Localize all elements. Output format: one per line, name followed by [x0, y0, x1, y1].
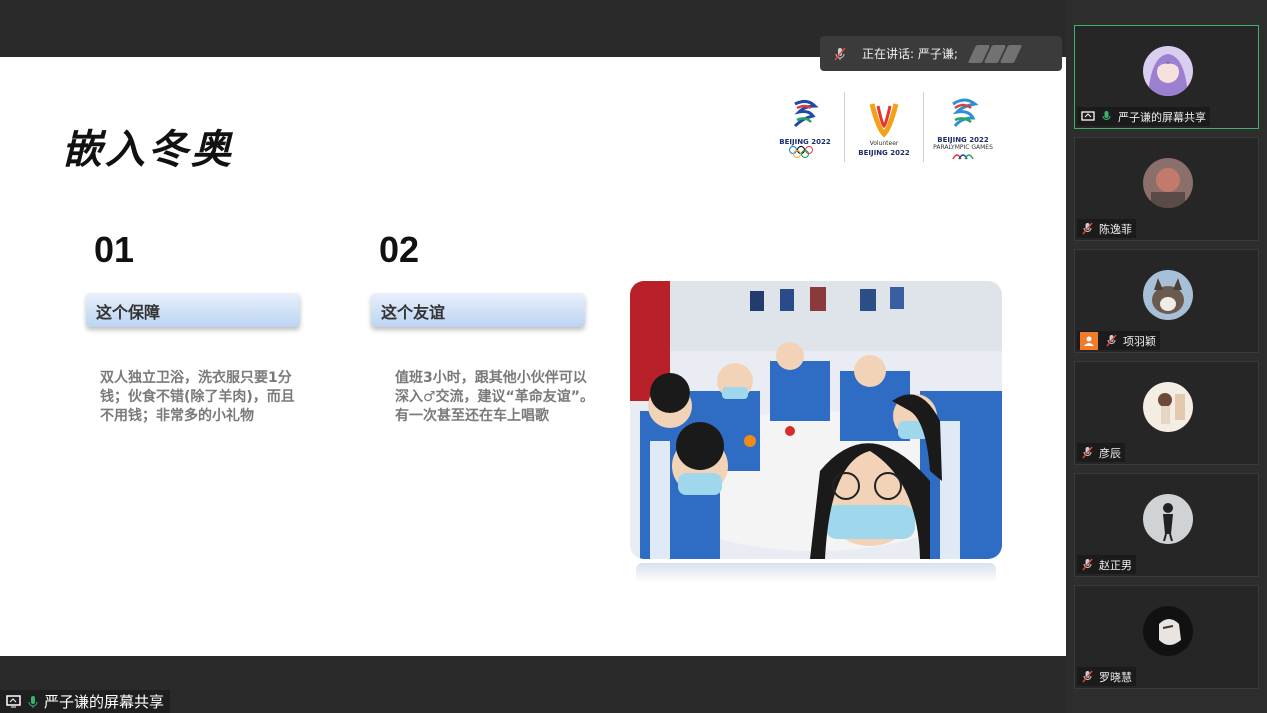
participant-name: 赵正男 [1099, 558, 1132, 572]
avatar [1143, 494, 1193, 544]
participant-tile[interactable]: 罗晓慧 [1074, 585, 1259, 689]
beijing-2022-paralympic-logo: BEIJING 2022 PARALYMPIC GAMES [928, 87, 998, 167]
participant-name: 陈逸菲 [1099, 222, 1132, 236]
item-tag: 这个保障 [86, 293, 300, 327]
logo-caption: BEIJING 2022 [858, 148, 910, 157]
slide-title: 嵌入冬奥 [62, 127, 234, 173]
logo-subcaption: PARALYMPIC GAMES [933, 143, 993, 151]
participant-namebar: 严子谦的屏幕共享 [1077, 107, 1210, 126]
participant-namebar: 项羽颖 [1077, 331, 1160, 350]
screen-share-label: 严子谦的屏幕共享 [0, 690, 171, 713]
avatar [1143, 158, 1193, 208]
participant-namebar: 陈逸菲 [1077, 219, 1136, 238]
screen-share-icon [6, 694, 21, 709]
participant-tile[interactable]: 彦辰 [1074, 361, 1259, 465]
logo-divider [844, 92, 845, 162]
mic-muted-icon [832, 46, 848, 62]
speaking-indicator: 正在讲话: 严子谦; [820, 36, 1062, 71]
blurred-name [967, 44, 1023, 63]
mic-muted-icon [1080, 221, 1095, 236]
logo-subcaption: Volunteer [869, 139, 899, 147]
volunteer-group-photo [630, 281, 1002, 559]
item-tag: 这个友谊 [371, 293, 585, 327]
participant-tile[interactable]: 严子谦的屏幕共享 [1074, 25, 1259, 129]
screen-share-icon [1080, 109, 1095, 124]
mic-icon [25, 694, 40, 709]
participant-name: 彦辰 [1099, 446, 1121, 460]
participant-namebar: 罗晓慧 [1077, 667, 1136, 686]
logo-divider [923, 92, 924, 162]
item-text: 值班3小时，跟其他小伙伴可以深入♂交流，建议“革命友谊”。有一次甚至还在车上唱歌 [395, 370, 594, 424]
beijing-2022-olympic-logo: BEIJING 2022 [770, 87, 840, 167]
avatar [1143, 382, 1193, 432]
avatar [1143, 270, 1193, 320]
mic-muted-icon [1080, 445, 1095, 460]
mic-muted-icon [1104, 333, 1119, 348]
mic-muted-icon [1080, 557, 1095, 572]
person-icon [1080, 331, 1098, 350]
participant-name: 罗晓慧 [1099, 670, 1132, 684]
avatar [1143, 606, 1193, 656]
item-text: 双人独立卫浴，洗衣服只要1分钱；伙食不错(除了羊肉)，而且不用钱；非常多的小礼物 [100, 370, 295, 424]
avatar [1143, 46, 1193, 96]
shared-screen-stage: 正在讲话: 严子谦; 嵌入冬奥 BEIJING 2022 Volunteer B… [0, 0, 1066, 713]
mic-muted-icon [1080, 669, 1095, 684]
meeting-window: 正在讲话: 严子谦; 嵌入冬奥 BEIJING 2022 Volunteer B… [0, 0, 1267, 713]
olympic-logos: BEIJING 2022 Volunteer BEIJING 2022 BEIJ… [770, 87, 998, 167]
logo-caption: BEIJING 2022 [779, 138, 831, 146]
presentation-slide: 嵌入冬奥 BEIJING 2022 Volunteer BEIJING 2022… [0, 57, 1066, 656]
participant-name: 项羽颖 [1123, 334, 1156, 348]
participant-name: 严子谦的屏幕共享 [1118, 110, 1206, 124]
participant-tile[interactable]: 陈逸菲 [1074, 137, 1259, 241]
participant-tile[interactable]: 赵正男 [1074, 473, 1259, 577]
beijing-2022-volunteer-logo: Volunteer BEIJING 2022 [849, 87, 919, 167]
photo-reflection [636, 563, 996, 583]
item-number: 01 [94, 229, 135, 270]
participants-panel: 严子谦的屏幕共享 陈逸菲 项羽颖 彦辰 赵正男 罗晓慧 [1066, 0, 1267, 713]
participant-namebar: 彦辰 [1077, 443, 1125, 462]
item-number: 02 [379, 229, 420, 270]
speaking-label: 正在讲话: 严子谦; [862, 47, 958, 61]
screen-share-label-text: 严子谦的屏幕共享 [44, 693, 165, 711]
participant-namebar: 赵正男 [1077, 555, 1136, 574]
participant-tile[interactable]: 项羽颖 [1074, 249, 1259, 353]
mic-icon [1099, 109, 1114, 124]
logo-caption: BEIJING 2022 [937, 135, 989, 144]
